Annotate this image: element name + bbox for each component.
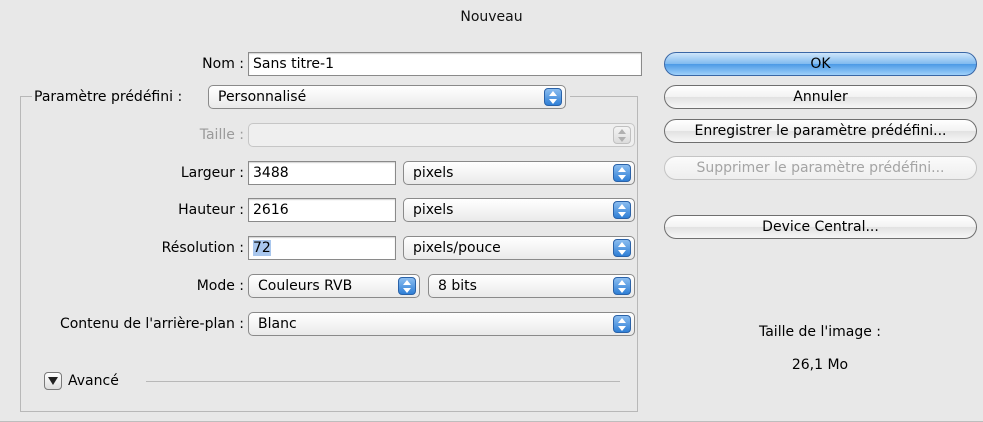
width-unit-value: pixels — [413, 165, 454, 181]
resolution-label: Résolution : — [161, 240, 244, 256]
updown-arrows-icon — [613, 164, 631, 182]
name-input[interactable]: Sans titre-1 — [248, 52, 642, 76]
height-unit-value: pixels — [413, 202, 454, 218]
resolution-input[interactable]: 72 — [248, 236, 396, 260]
width-label: Largeur : — [180, 165, 244, 181]
bit-depth-popup[interactable]: 8 bits — [428, 274, 635, 298]
updown-arrows-icon — [613, 315, 631, 333]
dialog-title: Nouveau — [460, 9, 523, 25]
name-label: Nom : — [202, 56, 244, 72]
bit-depth-value: 8 bits — [438, 278, 477, 294]
updown-arrows-icon — [613, 239, 631, 257]
height-label: Hauteur : — [178, 202, 244, 218]
fieldset-border-right — [637, 96, 638, 412]
advanced-label: Avancé — [68, 373, 119, 389]
mode-popup[interactable]: Couleurs RVB — [248, 274, 420, 298]
width-unit-popup[interactable]: pixels — [403, 161, 635, 185]
new-document-dialog: Nouveau Nom : Sans titre-1 Paramètre pré… — [0, 0, 983, 422]
size-label: Taille : — [199, 127, 244, 143]
save-preset-button[interactable]: Enregistrer le paramètre prédéfini... — [664, 119, 977, 143]
height-unit-popup[interactable]: pixels — [403, 198, 635, 222]
image-size-value: 26,1 Mo — [791, 357, 849, 373]
fieldset-border-bottom — [20, 411, 638, 412]
image-size-label: Taille de l'image : — [758, 324, 881, 340]
ok-button[interactable]: OK — [664, 52, 977, 76]
updown-arrows-icon — [544, 88, 562, 106]
fieldset-border-top-right — [570, 96, 638, 97]
updown-arrows-icon — [613, 201, 631, 219]
preset-label: Paramètre prédéfini : — [34, 89, 183, 105]
updown-arrows-icon — [613, 126, 631, 144]
width-input[interactable]: 3488 — [248, 161, 396, 185]
height-input[interactable]: 2616 — [248, 198, 396, 222]
size-popup[interactable] — [248, 123, 635, 147]
updown-arrows-icon — [398, 277, 416, 295]
mode-label: Mode : — [196, 278, 244, 294]
mode-value: Couleurs RVB — [258, 278, 353, 294]
preset-popup[interactable]: Personnalisé — [208, 85, 566, 109]
fieldset-border-top-left — [20, 96, 32, 97]
advanced-divider — [146, 381, 620, 382]
resolution-value: 72 — [253, 240, 271, 256]
preset-value: Personnalisé — [218, 89, 307, 105]
updown-arrows-icon — [613, 277, 631, 295]
cancel-button[interactable]: Annuler — [664, 85, 977, 109]
device-central-button[interactable]: Device Central... — [664, 215, 977, 239]
resolution-unit-value: pixels/pouce — [413, 240, 501, 256]
delete-preset-button[interactable]: Supprimer le paramètre prédéfini... — [664, 156, 977, 180]
resolution-unit-popup[interactable]: pixels/pouce — [403, 236, 635, 260]
triangle-down-icon — [48, 377, 58, 385]
advanced-disclosure-button[interactable] — [44, 372, 62, 390]
background-contents-value: Blanc — [258, 316, 297, 332]
background-contents-popup[interactable]: Blanc — [248, 312, 635, 336]
background-contents-label: Contenu de l'arrière-plan : — [59, 316, 244, 332]
